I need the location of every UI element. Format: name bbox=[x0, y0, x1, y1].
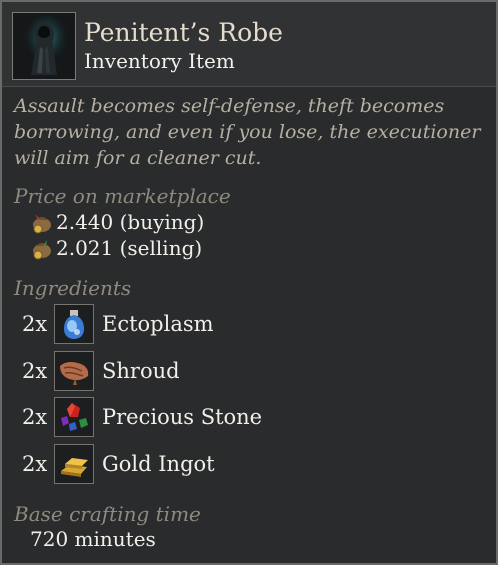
precious-stone-icon bbox=[54, 397, 94, 437]
shroud-icon bbox=[54, 351, 94, 391]
ingredient-row: 2x Precious Stone bbox=[22, 397, 262, 437]
ingredient-name: Gold Ingot bbox=[102, 452, 215, 476]
ingredient-qty: 2x bbox=[22, 312, 48, 336]
penitent-robe-icon bbox=[12, 12, 76, 80]
ingredient-name: Precious Stone bbox=[102, 405, 263, 429]
coin-pouch-buy-icon bbox=[30, 210, 54, 234]
coin-pouch-sell-icon bbox=[30, 236, 54, 260]
ingredient-row: 2x Gold Ingot bbox=[22, 444, 215, 484]
gold-ingot-icon bbox=[54, 444, 94, 484]
item-tooltip: Penitent’s Robe Inventory Item Assault b… bbox=[0, 0, 498, 565]
ingredient-qty: 2x bbox=[22, 359, 48, 383]
ingredient-qty: 2x bbox=[22, 452, 48, 476]
ingredient-name: Ectoplasm bbox=[102, 312, 214, 336]
ingredients-label: Ingredients bbox=[14, 276, 132, 300]
ectoplasm-icon bbox=[54, 304, 94, 344]
price-selling-row: 2.021 (selling) bbox=[30, 236, 202, 260]
item-title: Penitent’s Robe bbox=[84, 18, 283, 47]
item-subtitle: Inventory Item bbox=[84, 49, 235, 73]
marketplace-label: Price on marketplace bbox=[14, 184, 231, 208]
ingredient-row: 2x Ectoplasm bbox=[22, 304, 214, 344]
crafting-time-label: Base crafting time bbox=[14, 502, 201, 526]
tooltip-header: Penitent’s Robe Inventory Item bbox=[2, 2, 496, 87]
ingredient-row: 2x Shroud bbox=[22, 351, 180, 391]
price-selling: 2.021 (selling) bbox=[56, 236, 203, 260]
ingredient-name: Shroud bbox=[102, 359, 180, 383]
ingredient-qty: 2x bbox=[22, 405, 48, 429]
item-description: Assault becomes self-defense, theft beco… bbox=[14, 95, 481, 169]
crafting-time-value: 720 minutes bbox=[30, 527, 156, 551]
price-buying-row: 2.440 (buying) bbox=[30, 210, 204, 234]
price-buying: 2.440 (buying) bbox=[56, 210, 205, 234]
